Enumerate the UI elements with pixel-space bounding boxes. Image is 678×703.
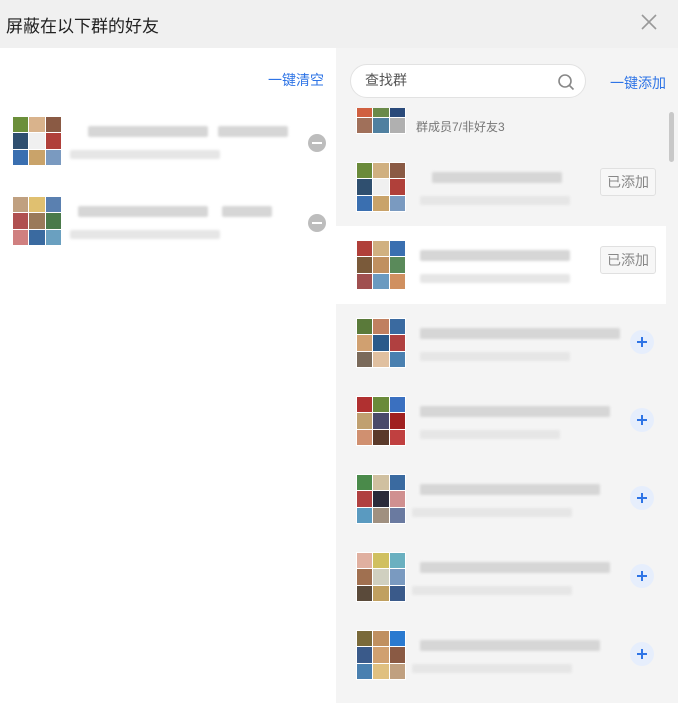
- group-member-count: 群成员7/非好友3: [416, 120, 505, 134]
- blurred-group-info: [412, 508, 572, 517]
- blurred-group-name: [420, 250, 570, 261]
- blurred-group-info: [70, 150, 220, 159]
- blurred-group-info: [412, 664, 572, 673]
- add-group-button[interactable]: [630, 564, 654, 588]
- close-icon[interactable]: [636, 9, 662, 35]
- clear-all-button[interactable]: 一键清空: [268, 70, 324, 90]
- group-avatar: [356, 630, 406, 680]
- group-search-panel: 一键添加 群成员7/非好友3 已添加: [336, 48, 678, 703]
- group-avatar: [356, 162, 406, 212]
- add-group-button[interactable]: [630, 642, 654, 666]
- group-avatar: [356, 552, 406, 602]
- blurred-group-name: [78, 206, 208, 217]
- group-avatar: [356, 474, 406, 524]
- add-group-button[interactable]: [630, 408, 654, 432]
- group-avatar: [356, 108, 406, 134]
- added-button[interactable]: 已添加: [600, 168, 656, 196]
- group-search-box[interactable]: [350, 64, 586, 98]
- group-list-item: [336, 538, 666, 616]
- blurred-group-name: [432, 172, 562, 183]
- selected-group-item: [12, 116, 332, 176]
- blurred-group-name: [88, 126, 208, 137]
- group-avatar: [356, 240, 406, 290]
- blurred-group-info: [412, 586, 572, 595]
- added-button[interactable]: 已添加: [600, 246, 656, 274]
- blurred-group-name: [420, 484, 600, 495]
- add-group-button[interactable]: [630, 330, 654, 354]
- group-avatar: [356, 396, 406, 446]
- group-list-item: [336, 616, 666, 694]
- selected-groups-panel: 一键清空: [0, 48, 336, 703]
- group-list-item: [336, 460, 666, 538]
- blurred-group-info: [420, 352, 570, 361]
- group-list-item-selected: 已添加: [336, 226, 666, 304]
- blurred-group-info: [70, 230, 220, 239]
- remove-group-button[interactable]: [308, 214, 326, 232]
- blurred-group-name: [222, 206, 272, 217]
- group-list-item: 群成员7/非好友3: [336, 108, 666, 148]
- dialog-title: 屏蔽在以下群的好友: [6, 17, 159, 36]
- blurred-group-name: [218, 126, 288, 137]
- group-avatar: [12, 116, 62, 166]
- blurred-group-info: [420, 430, 560, 439]
- blurred-group-info: [420, 196, 570, 205]
- selected-group-item: [12, 196, 332, 256]
- blurred-group-name: [420, 562, 610, 573]
- search-input[interactable]: [365, 72, 545, 88]
- remove-group-button[interactable]: [308, 134, 326, 152]
- add-group-button[interactable]: [630, 486, 654, 510]
- group-list-item: [336, 382, 666, 460]
- blurred-group-name: [420, 328, 620, 339]
- dialog-titlebar: 屏蔽在以下群的好友: [0, 0, 678, 48]
- group-list-item: 已添加: [336, 148, 666, 226]
- blurred-group-info: [420, 274, 570, 283]
- group-list-item: [336, 304, 666, 382]
- group-avatar: [12, 196, 62, 246]
- list-scrollbar[interactable]: [669, 112, 674, 162]
- group-list: 群成员7/非好友3 已添加 已添加: [336, 108, 678, 703]
- add-all-button[interactable]: 一键添加: [610, 73, 666, 93]
- group-avatar: [356, 318, 406, 368]
- search-icon[interactable]: [556, 72, 576, 92]
- blurred-group-name: [420, 406, 610, 417]
- blurred-group-name: [420, 640, 600, 651]
